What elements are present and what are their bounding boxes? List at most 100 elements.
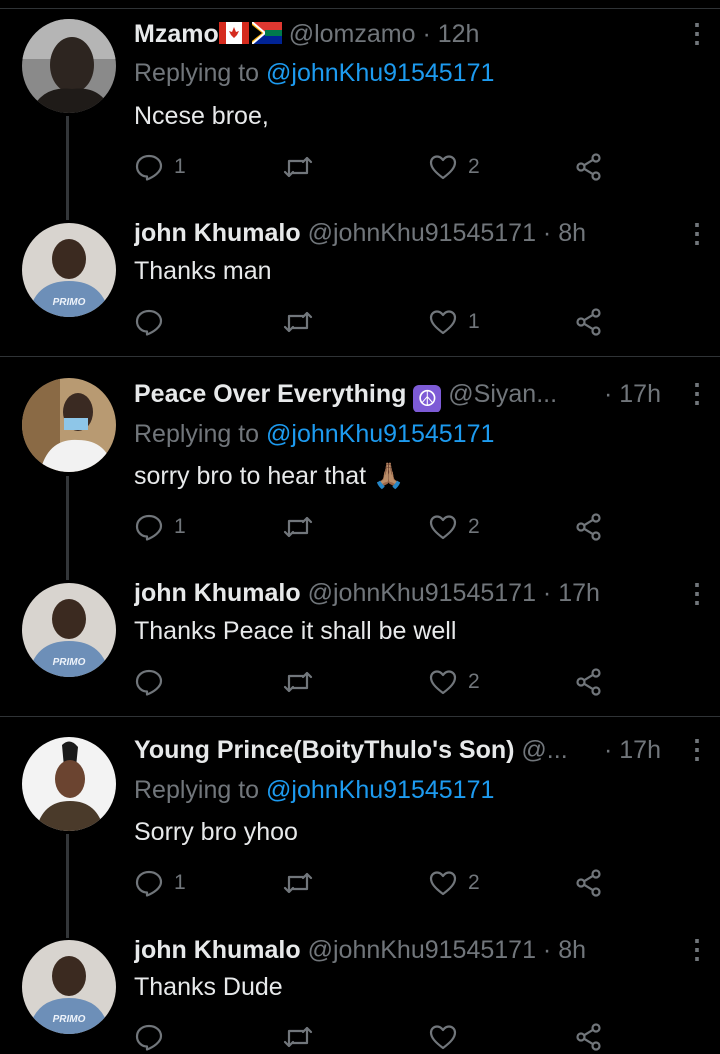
retweet-icon (283, 516, 313, 538)
reply-icon (135, 870, 163, 897)
avatar[interactable] (22, 19, 116, 113)
tweet-text: Thanks Peace it shall be well (134, 617, 457, 645)
reply-icon (135, 669, 163, 696)
retweet-button[interactable] (282, 305, 324, 339)
reply-count: 1 (174, 871, 186, 894)
tweet-actions: 1 2 (134, 510, 614, 544)
reply-icon (135, 514, 163, 541)
handle[interactable]: @johnKhu91545171 (308, 579, 536, 607)
like-button[interactable]: 2 (428, 866, 480, 900)
more-icon[interactable]: ⋮ (684, 580, 710, 608)
reply-count: 1 (174, 515, 186, 538)
avatar[interactable]: PRIMO (22, 223, 116, 317)
heart-icon (429, 515, 457, 540)
share-button[interactable] (574, 510, 604, 544)
timestamp[interactable]: · 8h (543, 936, 586, 964)
like-button[interactable]: 2 (428, 150, 480, 184)
mention-link[interactable]: @johnKhu91545171 (266, 59, 494, 87)
tweet-header: john Khumalo @johnKhu91545171 · 17h (134, 575, 662, 611)
heart-icon (429, 871, 457, 896)
display-name[interactable]: Young Prince(BoityThulo's Son) (134, 736, 514, 764)
tweet-text: Thanks Dude (134, 973, 283, 1001)
display-name[interactable]: Peace Over Everything (134, 380, 406, 408)
tweet-actions (134, 1020, 614, 1054)
retweet-button[interactable] (282, 510, 324, 544)
tweet-header: Mzamo @lomzamo · 12h (134, 16, 662, 52)
handle[interactable]: @Siyan... (448, 380, 557, 408)
retweet-button[interactable] (282, 665, 324, 699)
avatar[interactable]: PRIMO (22, 583, 116, 677)
timestamp[interactable]: · 17h (604, 376, 661, 412)
reply-button[interactable] (134, 665, 174, 699)
retweet-button[interactable] (282, 866, 324, 900)
thread-line (66, 116, 69, 220)
retweet-button[interactable] (282, 150, 324, 184)
reply-button[interactable]: 1 (134, 150, 186, 184)
tweet-text: Thanks man (134, 257, 272, 285)
retweet-button[interactable] (282, 1020, 324, 1054)
share-button[interactable] (574, 1020, 604, 1054)
tweet-header: john Khumalo @johnKhu91545171 · 8h (134, 932, 662, 968)
like-button[interactable]: 1 (428, 305, 480, 339)
more-icon[interactable]: ⋮ (684, 936, 710, 964)
display-name[interactable]: john Khumalo (134, 579, 301, 607)
tweet-text: sorry bro to hear that 🙏🏽 (134, 459, 404, 493)
tweet-actions: 1 2 (134, 866, 614, 900)
avatar-shirt-text: PRIMO (53, 297, 86, 308)
like-button[interactable]: 2 (428, 665, 480, 699)
replying-label: Replying to (134, 776, 267, 804)
share-icon (576, 308, 601, 336)
handle[interactable]: @johnKhu91545171 (308, 219, 536, 247)
replying-to: Replying to @johnKhu91545171 (134, 417, 494, 451)
more-icon[interactable]: ⋮ (684, 220, 710, 248)
tweet-actions: 1 (134, 305, 614, 339)
timestamp[interactable]: · 12h (422, 20, 479, 48)
tweet-header: Young Prince(BoityThulo's Son) @... (134, 732, 662, 768)
timestamp[interactable]: · 17h (543, 579, 600, 607)
retweet-icon (283, 671, 313, 693)
replying-label: Replying to (134, 420, 267, 448)
share-icon (576, 869, 601, 897)
retweet-icon (283, 872, 313, 894)
more-icon[interactable]: ⋮ (684, 736, 710, 764)
timestamp[interactable]: · 8h (543, 219, 586, 247)
like-button[interactable]: 2 (428, 510, 480, 544)
share-button[interactable] (574, 150, 604, 184)
like-count: 1 (468, 310, 480, 333)
handle[interactable]: @lomzamo (289, 20, 416, 48)
handle[interactable]: @... (521, 736, 567, 764)
like-count: 2 (468, 670, 480, 693)
reply-button[interactable]: 1 (134, 866, 186, 900)
share-icon (576, 668, 601, 696)
reply-button[interactable] (134, 1020, 174, 1054)
replying-to: Replying to @johnKhu91545171 (134, 56, 494, 90)
avatar-shirt-text: PRIMO (53, 1014, 86, 1025)
handle[interactable]: @johnKhu91545171 (308, 936, 536, 964)
tweet-actions: 1 2 (134, 150, 614, 184)
like-count: 2 (468, 155, 480, 178)
share-button[interactable] (574, 305, 604, 339)
share-button[interactable] (574, 665, 604, 699)
timestamp[interactable]: · 17h (604, 732, 661, 768)
display-name[interactable]: john Khumalo (134, 936, 301, 964)
share-icon (576, 513, 601, 541)
more-icon[interactable]: ⋮ (684, 20, 710, 48)
reply-button[interactable]: 1 (134, 510, 186, 544)
more-icon[interactable]: ⋮ (684, 380, 710, 408)
tweet-text: Ncese broe, (134, 102, 269, 130)
heart-icon (429, 670, 457, 695)
conversation-divider (0, 356, 720, 357)
mention-link[interactable]: @johnKhu91545171 (266, 776, 494, 804)
display-name[interactable]: Mzamo (134, 20, 219, 48)
avatar[interactable] (22, 378, 116, 472)
like-button[interactable] (428, 1020, 468, 1054)
mention-link[interactable]: @johnKhu91545171 (266, 420, 494, 448)
reply-count: 1 (174, 155, 186, 178)
avatar-shirt-text: PRIMO (53, 657, 86, 668)
avatar[interactable]: PRIMO (22, 940, 116, 1034)
display-name[interactable]: john Khumalo (134, 219, 301, 247)
avatar[interactable] (22, 737, 116, 831)
reply-button[interactable] (134, 305, 174, 339)
reply-icon (135, 154, 163, 181)
share-button[interactable] (574, 866, 604, 900)
